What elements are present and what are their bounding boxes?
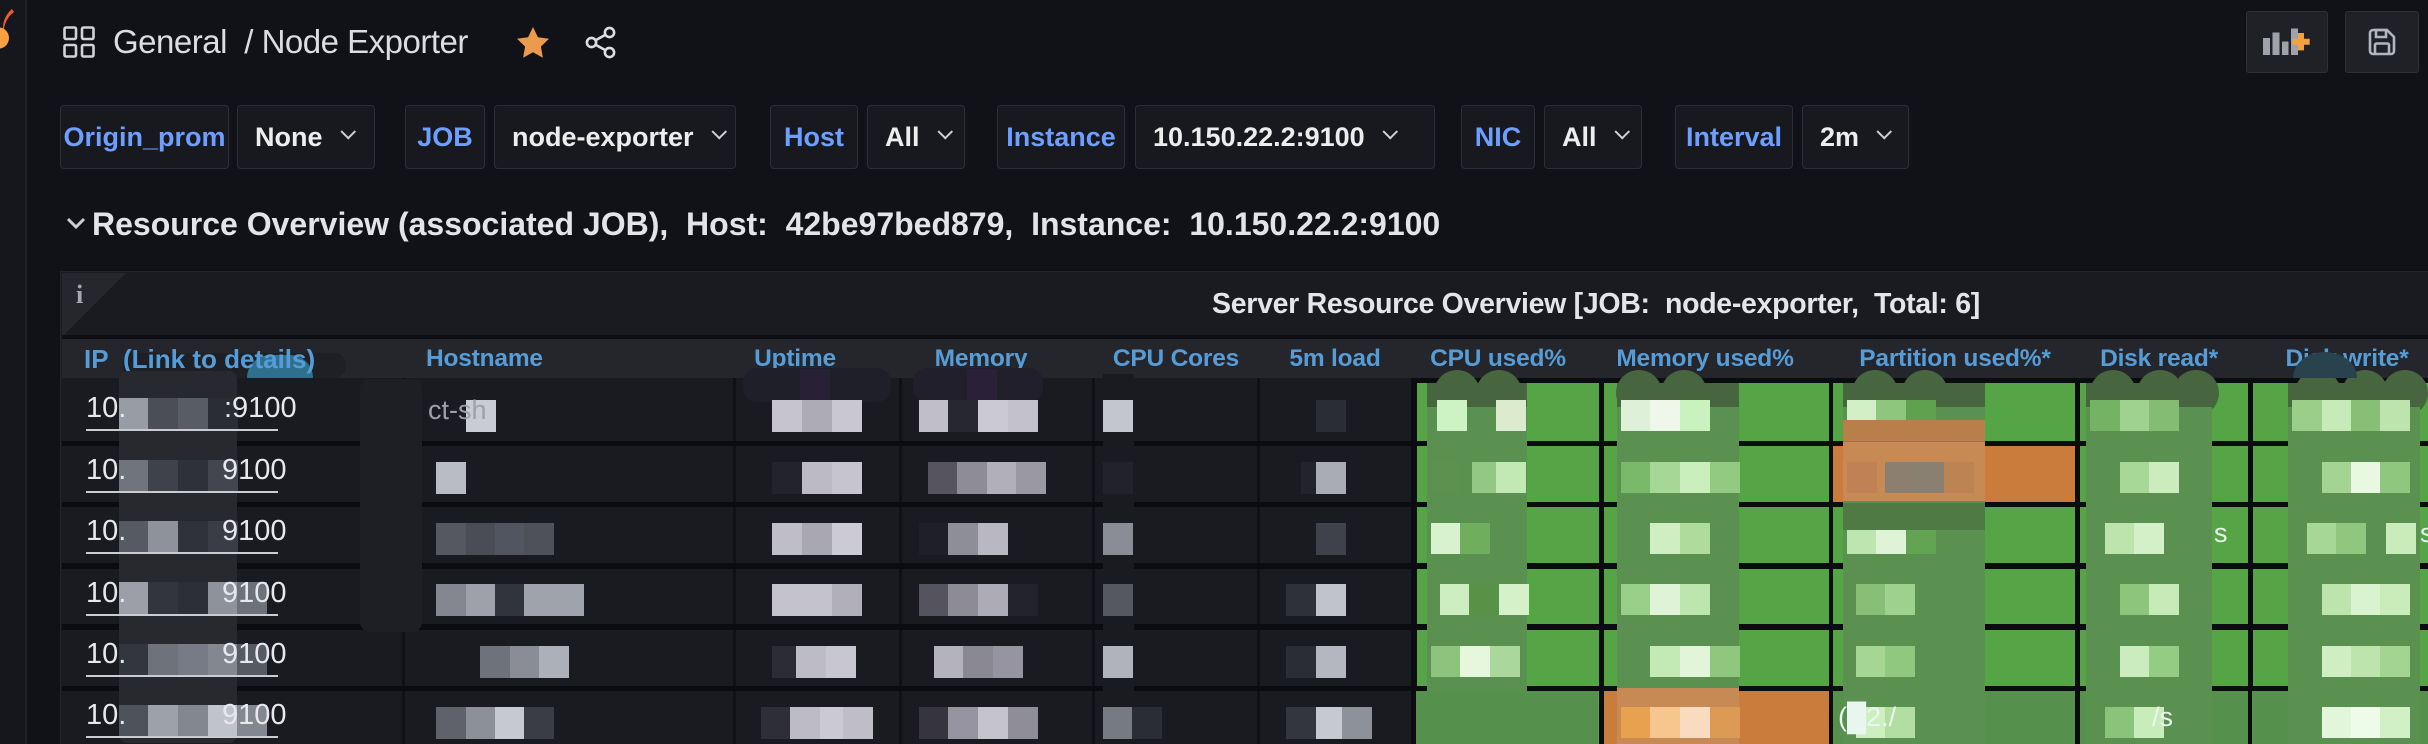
svg-text:(█2./: (█2./ [1838,701,1897,735]
svg-text:s: s [2214,518,2228,548]
svg-text:s: s [2420,518,2428,548]
svg-text:ct-sh: ct-sh [428,395,487,425]
svg-text:/s: /s [2152,702,2173,732]
